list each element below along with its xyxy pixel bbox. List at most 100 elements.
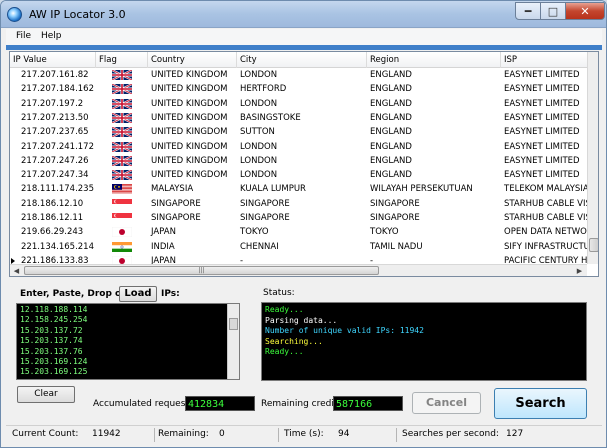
flag-uk-icon <box>111 140 133 153</box>
column-header-country[interactable]: Country <box>148 52 237 68</box>
table-row[interactable]: 221.134.165.214 INDIA CHENNAI TAMIL NADU SIF… <box>10 240 587 254</box>
cell-ip: 217.207.237.65 <box>21 127 89 138</box>
cell-city: LONDON <box>240 98 278 109</box>
cell-isp: SIFY INFRASTRUCTU <box>504 241 587 252</box>
scroll-left-arrow-icon[interactable]: ◀ <box>11 266 22 276</box>
table-header: IP Value Flag Country City Region ISP <box>10 52 598 68</box>
cell-city: BASINGSTOKE <box>240 112 301 123</box>
table-vertical-scrollbar[interactable] <box>587 52 598 264</box>
cell-region: ENGLAND <box>370 141 412 152</box>
column-header-city[interactable]: City <box>237 52 367 68</box>
window-title: AW IP Locator 3.0 <box>29 8 126 21</box>
table-row[interactable]: 217.207.247.26 UNITED KINGDOM LONDON ENGLAN… <box>10 154 587 168</box>
maximize-button[interactable]: □ <box>540 2 566 20</box>
results-table[interactable]: IP Value Flag Country City Region ISP 21… <box>9 51 599 277</box>
cell-country: UNITED KINGDOM <box>151 70 228 80</box>
remaining-label: Remaining: <box>158 429 209 439</box>
flag-uk-icon <box>111 111 133 124</box>
table-row[interactable]: 217.207.161.82 UNITED KINGDOM LONDON ENGLAN… <box>10 68 587 82</box>
cell-ip: 217.207.247.34 <box>21 170 89 181</box>
table-row[interactable]: 217.207.213.50 UNITED KINGDOM BASINGSTOKE E… <box>10 111 587 125</box>
ip-input-line: 15.203.137.72 <box>20 325 83 335</box>
remaining-value: 0 <box>219 429 225 439</box>
time-label: Time (s): <box>284 429 324 439</box>
ip-input-line: 15.203.137.76 <box>20 346 83 356</box>
ip-input-scrollbar[interactable] <box>227 304 239 379</box>
table-row[interactable]: 217.207.237.65 UNITED KINGDOM SUTTON ENGLAN… <box>10 125 587 139</box>
cell-isp: EASYNET LIMITED <box>504 70 580 80</box>
table-row[interactable]: 217.207.197.2 UNITED KINGDOM LONDON ENGLAND… <box>10 97 587 111</box>
accumulated-requests-value: 412834 <box>185 396 255 411</box>
table-row[interactable]: 219.66.29.243 JAPAN TOKYO TOKYO OPEN DATA NE… <box>10 225 587 239</box>
cell-ip: 218.186.12.11 <box>21 213 84 223</box>
load-button[interactable]: Load <box>119 286 157 302</box>
close-button[interactable]: ✕ <box>565 2 605 20</box>
cell-ip: 217.207.184.162 <box>21 84 95 95</box>
cell-region: SINGAPORE <box>370 213 420 223</box>
clear-button[interactable]: Clear <box>17 386 75 403</box>
cancel-button[interactable]: Cancel <box>412 392 481 414</box>
column-header-isp[interactable]: ISP <box>501 52 587 68</box>
flag-my-icon <box>112 184 132 195</box>
cell-region: TAMIL NADU <box>370 241 423 252</box>
remaining-credit-value: 587166 <box>333 396 403 411</box>
accumulated-requests-label: Accumulated requests: <box>93 399 197 409</box>
cell-country: UNITED KINGDOM <box>151 127 228 138</box>
scroll-right-arrow-icon[interactable]: ▶ <box>574 266 585 276</box>
minimize-button[interactable]: ━ <box>515 2 541 20</box>
cell-city: SUTTON <box>240 127 275 138</box>
table-horizontal-scrollbar[interactable]: ◀ ||| ▶ <box>10 264 587 276</box>
column-header-flag[interactable]: Flag <box>96 52 148 68</box>
cell-city: LONDON <box>240 141 278 152</box>
column-header-ip[interactable]: IP Value <box>10 52 96 68</box>
table-row[interactable]: 218.111.174.235 MALAYSIA KUALA LUMPUR WILAY… <box>10 182 587 196</box>
cell-city: CHENNAI <box>240 241 279 252</box>
horizontal-scroll-thumb[interactable]: ||| <box>24 266 379 275</box>
menu-bar: File Help <box>6 29 602 45</box>
vertical-scroll-thumb[interactable] <box>589 238 598 252</box>
status-line: Parsing data... <box>265 315 338 325</box>
cell-country: INDIA <box>151 241 175 252</box>
flag-uk-icon <box>111 126 133 139</box>
cell-city: HERTFORD <box>240 84 287 95</box>
table-row[interactable]: 217.207.241.172 UNITED KINGDOM LONDON ENGLA… <box>10 140 587 154</box>
time-value: 94 <box>338 429 350 439</box>
cell-region: ENGLAND <box>370 84 412 95</box>
ip-scroll-thumb[interactable] <box>229 318 238 330</box>
cell-isp: EASYNET LIMITED <box>504 155 580 166</box>
flag-sg-icon <box>112 198 132 209</box>
cell-isp: TELEKOM MALAYSIA B <box>504 184 587 195</box>
cell-region: ENGLAND <box>370 98 412 109</box>
cell-ip: 219.66.29.243 <box>21 227 84 238</box>
cell-country: UNITED KINGDOM <box>151 98 228 109</box>
cell-country: UNITED KINGDOM <box>151 84 228 95</box>
cell-region: ENGLAND <box>370 170 412 181</box>
cell-ip: 217.207.161.82 <box>21 70 89 80</box>
cell-city: SINGAPORE <box>240 198 290 209</box>
column-header-region[interactable]: Region <box>367 52 501 68</box>
status-line: Ready... <box>265 305 304 314</box>
cell-isp: OPEN DATA NETWOR <box>504 227 587 238</box>
table-row[interactable]: 217.207.247.34 UNITED KINGDOM LONDON ENGLAN… <box>10 168 587 182</box>
input-label-prefix: Enter, Paste, Drop or <box>20 289 126 299</box>
cell-ip: 218.111.174.235 <box>21 184 95 195</box>
cell-country: SINGAPORE <box>151 198 201 209</box>
status-log: Ready... Parsing data... Number of unique … <box>261 302 587 381</box>
table-row[interactable]: 218.186.12.11 SINGAPORE SINGAPORE SINGAPORE… <box>10 211 587 225</box>
cell-country: UNITED KINGDOM <box>151 141 228 152</box>
title-bar[interactable]: AW IP Locator 3.0 ━ □ ✕ <box>1 1 606 28</box>
menu-help[interactable]: Help <box>41 31 62 41</box>
cell-region: ENGLAND <box>370 70 412 80</box>
ip-input-area[interactable]: 12.118.188.114 12.158.245.254 15.203.137.7… <box>16 303 240 380</box>
search-button[interactable]: Search <box>494 388 587 419</box>
table-row[interactable]: 217.207.184.162 UNITED KINGDOM HERTFORD ENG… <box>10 82 587 96</box>
table-row[interactable]: 218.186.12.10 SINGAPORE SINGAPORE SINGAPORE… <box>10 197 587 211</box>
status-line: Searching... <box>265 336 323 346</box>
status-divider <box>278 428 279 442</box>
status-bar: Current Count: 11942 Remaining: 0 Time (… <box>6 425 602 443</box>
cell-city: LONDON <box>240 155 278 166</box>
cell-region: SINGAPORE <box>370 198 420 209</box>
current-row-arrow-icon <box>11 257 15 264</box>
remaining-credit-label: Remaining credit: <box>261 399 341 409</box>
menu-file[interactable]: File <box>16 31 31 41</box>
